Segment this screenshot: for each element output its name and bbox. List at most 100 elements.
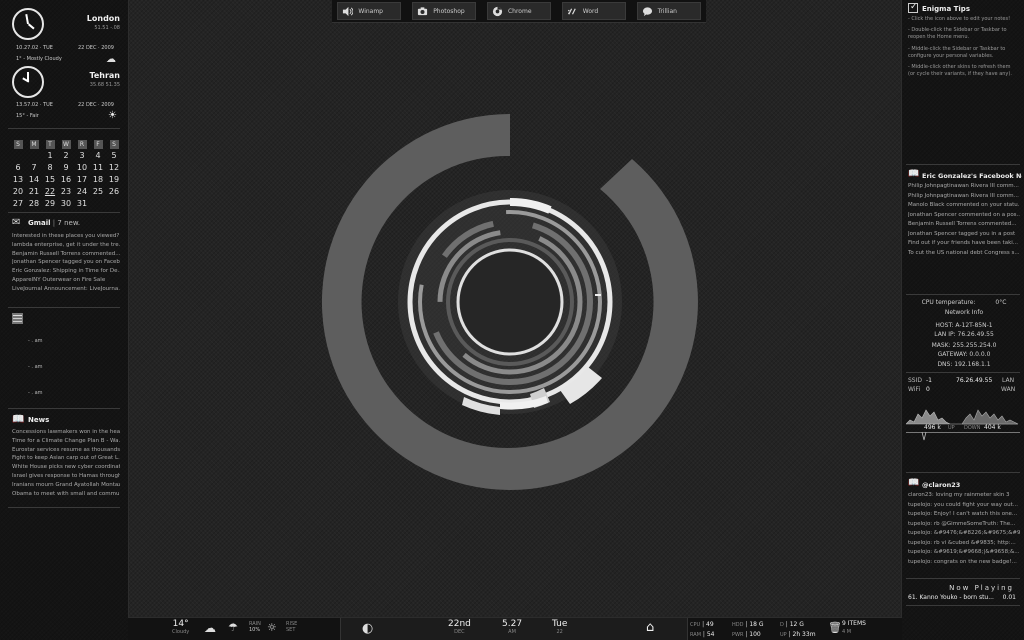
hdd-value: 18 G <box>749 621 764 628</box>
list-item[interactable]: Manolo Black commented on your statu... <box>908 201 1020 211</box>
download-value: 404 k <box>984 424 1001 431</box>
now-playing-time: 0.01 <box>1002 594 1016 601</box>
month: DEC <box>454 629 465 635</box>
day: 22nd <box>448 619 471 629</box>
day-number: 22 <box>556 629 563 635</box>
ampm: AM <box>508 629 516 635</box>
list-item[interactable]: tupelojo: you could fight your way out..… <box>908 501 1020 511</box>
lan-label: LAN <box>1002 377 1015 384</box>
now-playing-title: Now Playing <box>949 584 1014 592</box>
book-icon[interactable]: 📖 <box>908 169 919 179</box>
list-item[interactable]: Philip Johnpagtinawan Rivera III comm... <box>908 182 1020 192</box>
uptime-value: 2h 33m <box>792 631 816 638</box>
list-item[interactable]: Benjamin Russell Torrens commented... <box>908 220 1020 230</box>
cpu-ram-stats: CPU | 49 RAM | 54 <box>690 621 715 638</box>
upload-label: UP <box>948 425 955 431</box>
ram-label: RAM <box>690 632 702 638</box>
recycle-bin-info[interactable]: 9 ITEMS 4 M <box>842 620 866 636</box>
umbrella-icon: ☂ <box>228 621 238 634</box>
list-item[interactable]: tupelojo: rb vi &cubed &#9835; http:... <box>908 539 1020 549</box>
twitter-title[interactable]: @claron23 <box>922 481 960 489</box>
ram-value: 54 <box>706 631 715 638</box>
network-mask: MASK: 255.255.254.0 <box>931 342 997 349</box>
tip-line: - Double-click the Sidebar or Taskbar to <box>908 27 1007 34</box>
list-item[interactable]: tupelojo: &#9619;&#9668;|&#9658;&... <box>908 548 1020 558</box>
center-disk <box>460 252 560 352</box>
right-sidebar[interactable]: ✓ Enigma Tips - Click the icon above to … <box>901 0 1024 640</box>
upload-value: 496 k <box>924 424 941 431</box>
rain-chance: RAIN 10% <box>249 621 261 633</box>
twitter-list: claron23: loving my rainmeter skin 3 tup… <box>908 491 1020 567</box>
cloud-icon: ☁ <box>204 621 216 635</box>
temperature: 14° <box>172 619 189 629</box>
tip-line: reopen the Home menu. <box>908 34 970 41</box>
divider <box>906 164 1020 165</box>
tip-line: - Middle-click the Sidebar or Taskbar to <box>908 45 1006 52</box>
cpu-temp-label: CPU temperature: <box>921 299 976 306</box>
pwr-label: PWR <box>732 632 744 638</box>
hdd-power-stats: HDD | 18 G PWR | 100 <box>732 621 764 638</box>
sun-times: RISE SET <box>286 621 297 633</box>
tip-line: configure your personal variables. <box>908 52 994 59</box>
facebook-title[interactable]: Eric Gonzalez's Facebook Noti <box>922 172 1022 180</box>
divider <box>906 578 1020 579</box>
graph-spike <box>921 431 927 441</box>
sunrise-icon: ☼ <box>267 621 277 634</box>
drive-uptime-stats: D | 12 G UP | 2h 33m <box>780 621 816 638</box>
time-display: 5.27 AM <box>502 619 522 635</box>
date-display: 22nd DEC <box>448 619 471 635</box>
divider <box>906 605 1020 606</box>
list-item[interactable]: Jonathan Spencer commented on a pos... <box>908 211 1020 221</box>
weather-temp: 14° Cloudy <box>172 619 189 635</box>
tips-body: - Click the icon above to edit your note… <box>908 16 1020 78</box>
book-icon[interactable]: 📖 <box>908 478 919 488</box>
list-item[interactable]: tupelojo: congrats on the new badge!... <box>908 558 1020 568</box>
ring-tick <box>595 294 601 296</box>
download-graph <box>961 409 1019 425</box>
drive-value: 12 G <box>789 621 804 628</box>
list-item[interactable]: tupelojo: &#9476;&#8226;&#9675;&#9675;..… <box>908 529 1020 539</box>
set-label: SET <box>286 627 296 633</box>
divider <box>906 372 1020 373</box>
recycle-bin-icon[interactable]: 🗑 <box>828 621 842 634</box>
hdd-label: HDD <box>732 622 744 628</box>
pwr-value: 100 <box>749 631 761 638</box>
divider <box>906 294 1020 295</box>
cpu-temperature: CPU temperature: 0°C <box>910 299 1018 306</box>
list-item[interactable]: tupelojo: rb @GimmeSomeTruth: The... <box>908 520 1020 530</box>
weekday: Tue <box>552 619 568 629</box>
time: 5.27 <box>502 619 523 629</box>
tip-line: (or cycle their variants, if they have a… <box>908 71 1012 78</box>
tip-line: - Click the icon above to edit your note… <box>908 16 1011 22</box>
cpu-temp-value: 0°C <box>995 299 1007 306</box>
notes-checkbox-icon[interactable]: ✓ <box>908 3 918 13</box>
list-item[interactable]: claron23: loving my rainmeter skin 3 <box>908 491 1020 501</box>
list-item[interactable]: Find out if your friends have been taki.… <box>908 239 1020 249</box>
rain-value: 10% <box>249 627 261 633</box>
weekday-display: Tue 22 <box>552 619 567 635</box>
list-item[interactable]: Jonathan Spencer tagged you in a post <box>908 230 1020 240</box>
wan-ip: 76.26.49.55 <box>956 377 993 384</box>
divider <box>906 472 1020 473</box>
home-icon[interactable]: ⌂ <box>646 620 654 635</box>
list-item[interactable]: To cut the US national debt Congress s..… <box>908 249 1020 259</box>
graph-baseline <box>906 432 1020 433</box>
tips-title[interactable]: Enigma Tips <box>922 5 970 13</box>
circular-visualizer <box>321 113 698 490</box>
tip-line: - Middle-click other skins to refresh th… <box>908 64 1011 71</box>
list-item[interactable]: tupelojo: Enjoy! I can't watch this one.… <box>908 510 1020 520</box>
wifi-value: 0 <box>926 386 930 393</box>
bottom-taskbar[interactable]: 14° Cloudy ☁ ☂ RAIN 10% ☼ RISE SET ◐ 22n… <box>128 617 902 640</box>
network-host: HOST: A-12T-85N-1 <box>935 322 993 329</box>
list-item[interactable]: Philip Johnpagtinawan Rivera III comm... <box>908 192 1020 202</box>
drive-label: D <box>780 622 784 628</box>
items-size: 4 M <box>842 629 852 635</box>
condition: Cloudy <box>172 629 190 635</box>
network-info-title: Network Info <box>944 309 984 316</box>
download-label: DOWN <box>964 425 981 431</box>
network-gateway: GATEWAY: 0.0.0.0 <box>937 351 991 358</box>
items-count: 9 ITEMS <box>842 620 866 627</box>
moon-phase-icon: ◐ <box>362 621 374 636</box>
now-playing-track[interactable]: 61. Kanno Youko - born stu... <box>908 594 996 601</box>
cpu-label: CPU <box>690 622 701 628</box>
